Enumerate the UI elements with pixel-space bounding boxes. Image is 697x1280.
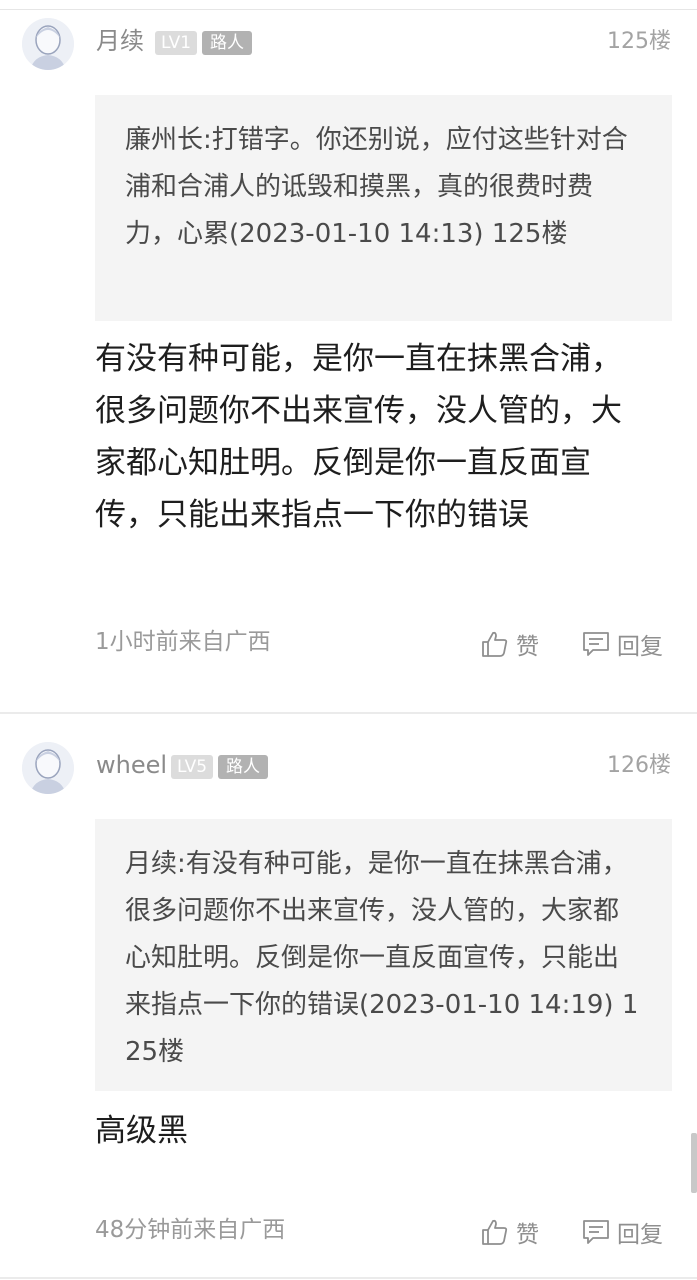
comment-item: wheel LV5 路人 126楼 月续:有没有种可能，是你一直在抹黑合浦，很多… (0, 742, 697, 1272)
level-badge: LV1 (155, 31, 197, 55)
comment-timestamp: 48分钟前来自广西 (95, 1217, 286, 1243)
role-badge: 路人 (218, 755, 268, 779)
avatar[interactable] (22, 18, 74, 70)
comment-icon (583, 632, 609, 656)
reply-button[interactable]: 回复 (581, 626, 663, 662)
like-button[interactable]: 赞 (480, 1214, 539, 1250)
user-avatar-icon (22, 18, 74, 70)
quoted-reply[interactable]: 廉州长:打错字。你还别说，应付这些针对合浦和合浦人的诋毁和摸黑，真的很费时费力，… (95, 95, 672, 321)
avatar[interactable] (22, 742, 74, 794)
like-button[interactable]: 赞 (480, 626, 539, 662)
floor-number: 126楼 (607, 753, 671, 778)
reply-label: 回复 (617, 634, 663, 660)
quoted-reply-text: 廉州长:打错字。你还别说，应付这些针对合浦和合浦人的诋毁和摸黑，真的很费时费力，… (125, 125, 628, 249)
like-label: 赞 (516, 634, 539, 660)
username[interactable]: 月续 (96, 25, 144, 57)
thumbs-up-icon (482, 1219, 508, 1245)
level-badge: LV5 (171, 755, 213, 779)
reply-label: 回复 (617, 1222, 663, 1248)
comment-header: 月续 LV1 路人 125楼 (0, 18, 697, 78)
floor-number: 125楼 (607, 29, 671, 54)
role-badge: 路人 (202, 31, 252, 55)
comment-divider (0, 712, 697, 714)
like-label: 赞 (516, 1222, 539, 1248)
user-avatar-icon (22, 742, 74, 794)
comment-header: wheel LV5 路人 126楼 (0, 742, 697, 802)
quoted-reply[interactable]: 月续:有没有种可能，是你一直在抹黑合浦，很多问题你不出来宣传，没人管的，大家都心… (95, 819, 672, 1091)
comment-text: 高级黑 (95, 1113, 188, 1149)
reply-button[interactable]: 回复 (581, 1214, 663, 1250)
scrollbar[interactable] (691, 1133, 697, 1193)
comment-text: 有没有种可能，是你一直在抹黑合浦，很多问题你不出来宣传，没人管的，大家都心知肚明… (95, 341, 622, 533)
comment-icon (583, 1220, 609, 1244)
thumbs-up-icon (482, 631, 508, 657)
bottom-divider (0, 1277, 697, 1279)
username[interactable]: wheel (96, 749, 167, 781)
top-divider (0, 9, 697, 10)
comment-timestamp: 1小时前来自广西 (95, 629, 271, 655)
quoted-reply-text: 月续:有没有种可能，是你一直在抹黑合浦，很多问题你不出来宣传，没人管的，大家都心… (125, 849, 639, 1067)
comment-item: 月续 LV1 路人 125楼 廉州长:打错字。你还别说，应付这些针对合浦和合浦人… (0, 18, 697, 708)
